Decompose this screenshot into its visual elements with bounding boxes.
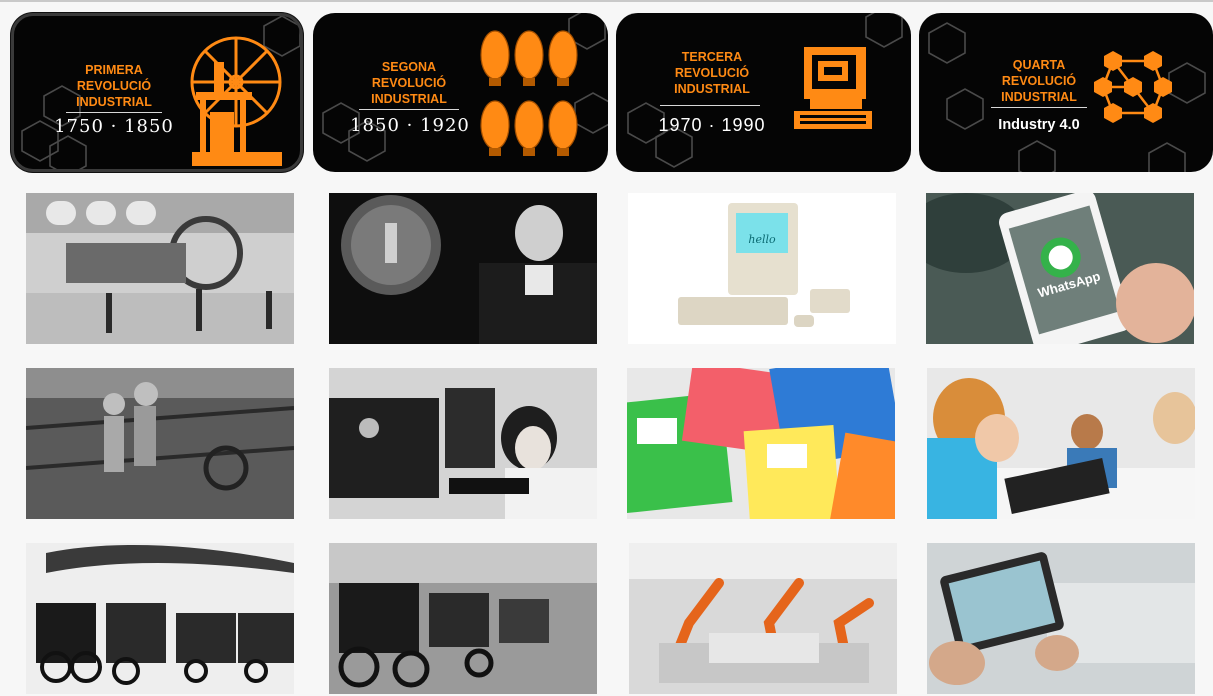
photo-robot-car-factory[interactable] — [629, 543, 897, 694]
card-years: 1970 · 1990 — [658, 115, 766, 135]
light-bulb-icon — [480, 30, 578, 156]
card-title: SEGONA REVOLUCIÓ INDUSTRIAL — [371, 60, 447, 106]
steam-engine-icon — [190, 36, 282, 166]
photo-car-assembly-line[interactable] — [329, 543, 597, 694]
computer-icon — [794, 47, 872, 129]
card-tercera-revolucio[interactable]: TERCERA REVOLUCIÓ INDUSTRIAL 1970 · 1990 — [616, 13, 911, 172]
card-years: Industry 4.0 — [998, 117, 1080, 133]
card-quarta-revolucio[interactable]: QUARTA REVOLUCIÓ INDUSTRIAL Industry 4.0 — [919, 13, 1213, 172]
card-title: TERCERA REVOLUCIÓ INDUSTRIAL — [674, 50, 750, 96]
card-title: QUARTA REVOLUCIÓ INDUSTRIAL — [1001, 58, 1077, 104]
title-divider — [991, 107, 1087, 108]
photo-steam-locomotive[interactable] — [26, 543, 294, 694]
photo-floppy-disks[interactable] — [627, 368, 895, 519]
photo-steam-engine-hall[interactable] — [26, 193, 294, 344]
photo-macintosh-computer[interactable]: hello — [628, 193, 896, 344]
title-divider — [359, 109, 459, 110]
card-years: 1850 · 1920 — [350, 115, 470, 136]
photo-tablet-factory-control[interactable] — [927, 543, 1195, 694]
card-segona-revolucio[interactable]: SEGONA REVOLUCIÓ INDUSTRIAL 1850 · 1920 — [313, 13, 608, 172]
photo-child-labour-mill[interactable] — [26, 368, 294, 519]
photo-kids-tablet[interactable] — [927, 368, 1195, 519]
card-primera-revolucio[interactable]: PRIMERA REVOLUCIÓ INDUSTRIAL 1750 · 1850 — [11, 13, 303, 172]
top-divider — [0, 0, 1213, 2]
photo-telegraph-operator[interactable] — [329, 368, 597, 519]
title-divider — [66, 112, 162, 113]
card-title: PRIMERA REVOLUCIÓ INDUSTRIAL — [76, 63, 152, 109]
photo-edison-light-bulb[interactable] — [329, 193, 597, 344]
hexagon-network-icon — [1094, 51, 1172, 123]
photo-whatsapp-phone[interactable]: WhatsApp — [926, 193, 1194, 344]
title-divider — [660, 105, 760, 106]
card-years: 1750 · 1850 — [54, 116, 174, 137]
mac-screen-text: hello — [748, 233, 776, 246]
